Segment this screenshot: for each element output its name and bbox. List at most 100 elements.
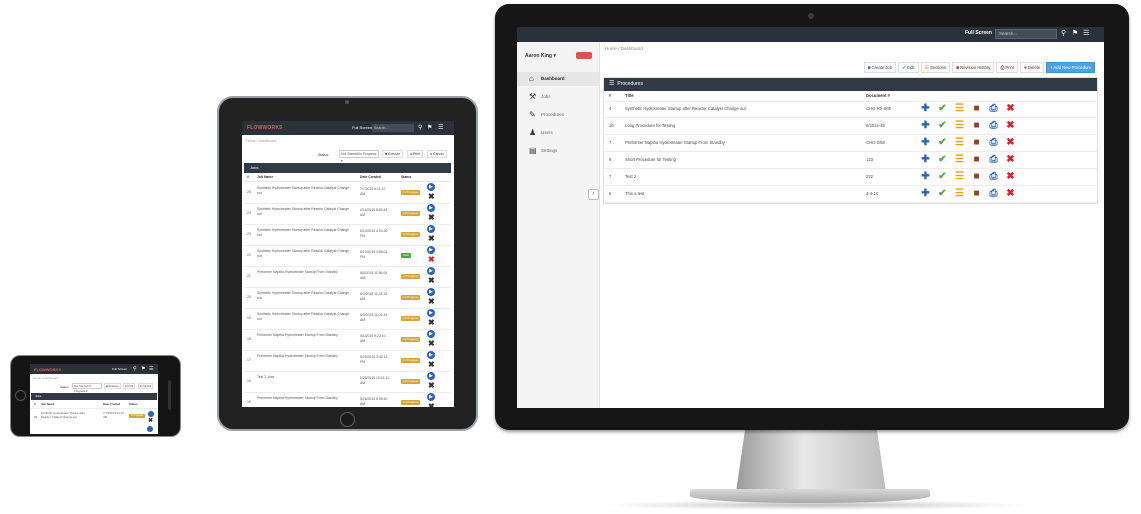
delete-icon[interactable]: ✖: [428, 276, 435, 285]
search-input[interactable]: Search...: [995, 29, 1057, 39]
user-menu[interactable]: Aaron King ▾: [525, 53, 556, 59]
execute-icon[interactable]: ▶: [427, 351, 435, 359]
execute-button[interactable]: ■ Execute: [382, 150, 404, 158]
job-name[interactable]: Synthetic Hydrotreater Startup after Rea…: [257, 312, 352, 321]
check-icon[interactable]: ✔: [937, 103, 948, 114]
job-name[interactable]: Synthetic Hydrotreater Startup after Rea…: [257, 291, 352, 300]
delete-icon[interactable]: ✖: [428, 213, 435, 222]
execute-icon[interactable]: [147, 426, 153, 432]
folder-icon[interactable]: ■: [971, 188, 982, 199]
check-icon[interactable]: ✔: [937, 120, 948, 131]
edit-button[interactable]: ✔Edit: [898, 62, 919, 73]
delete-icon[interactable]: ✖: [428, 255, 435, 264]
search-icon[interactable]: ⚲: [133, 365, 137, 373]
print-icon[interactable]: ⎙: [988, 120, 999, 131]
execute-icon[interactable]: ▶: [427, 267, 435, 275]
delete-icon[interactable]: ✖: [428, 318, 435, 327]
status-filter-select[interactable]: Not Started/In Progress ▾: [72, 383, 102, 393]
job-name[interactable]: Test 2 Jobs: [257, 375, 352, 380]
cancel-button[interactable]: ● Cancel: [427, 150, 447, 158]
print-icon[interactable]: ⎙: [988, 171, 999, 182]
table-row[interactable]: 19 Synthetic Hydrotreater Startup after R…: [244, 308, 451, 330]
delete-icon[interactable]: ✖: [1005, 171, 1016, 182]
list-icon[interactable]: ☰: [954, 137, 965, 148]
check-icon[interactable]: ✔: [937, 188, 948, 199]
execute-icon[interactable]: ▶: [427, 372, 435, 380]
folder-icon[interactable]: ■: [971, 120, 982, 131]
delete-icon[interactable]: ✖: [428, 360, 435, 369]
execute-icon[interactable]: ▶: [427, 204, 435, 212]
table-row[interactable]: 4 Synthetic Hydrotreater Startup after Re…: [604, 101, 1097, 118]
search-icon[interactable]: ⚲: [418, 123, 422, 133]
job-name[interactable]: Synthetic Hydrotreater Startup after Rea…: [257, 207, 352, 216]
column-header-title[interactable]: Title: [625, 91, 634, 101]
delete-icon[interactable]: ✖: [428, 234, 435, 243]
execute-icon[interactable]: ▶: [427, 225, 435, 233]
add-icon[interactable]: ✚: [920, 137, 931, 148]
full-screen-button[interactable]: Full Screen: [112, 367, 127, 371]
add-icon[interactable]: ✚: [920, 120, 931, 131]
print-icon[interactable]: ⎙: [988, 137, 999, 148]
delete-icon[interactable]: ✖: [428, 339, 435, 348]
procedure-title[interactable]: Short Procedure for Testing: [625, 152, 676, 168]
logout-button[interactable]: [576, 52, 592, 59]
table-row[interactable]: 25 Synthetic Hydrotreater Startup after …: [31, 408, 157, 427]
folder-icon[interactable]: ■: [971, 154, 982, 165]
revision-history-button[interactable]: ■Revision History: [952, 62, 995, 73]
cancel-button[interactable]: ● Cancel: [138, 383, 154, 389]
delete-icon[interactable]: ✖: [428, 402, 435, 407]
print-button[interactable]: ● Print: [123, 383, 136, 389]
table-row[interactable]: 7 Preformer Naptha Hydrotreater Startup F…: [604, 135, 1097, 152]
job-name[interactable]: Preformer Naptha Hydrotreater Startup Fr…: [257, 396, 352, 401]
delete-icon[interactable]: ✖: [148, 418, 153, 425]
execute-icon[interactable]: [148, 411, 154, 417]
execute-icon[interactable]: ▶: [427, 183, 435, 191]
breadcrumb[interactable]: Home / Dashboard: [246, 139, 276, 143]
folder-icon[interactable]: ■: [971, 171, 982, 182]
delete-icon[interactable]: ✖: [1005, 103, 1016, 114]
menu-icon[interactable]: ☰: [149, 365, 153, 373]
procedure-title[interactable]: Test 2: [625, 169, 636, 185]
procedure-title[interactable]: Synthetic Hydrotreater Startup after Rea…: [625, 101, 746, 117]
execute-icon[interactable]: ▶: [427, 393, 435, 401]
menu-icon[interactable]: ☰: [1083, 29, 1089, 39]
menu-icon[interactable]: ☰: [438, 123, 443, 133]
table-row[interactable]: 15 Preformer Naptha Hydrotreater Startup …: [244, 392, 451, 407]
job-name[interactable]: Preformer Naptha Hydrotreater Startup Fr…: [257, 354, 352, 359]
add-icon[interactable]: ✚: [920, 171, 931, 182]
add-icon[interactable]: ✚: [920, 103, 931, 114]
sidebar-item-settings[interactable]: ▤ Settings: [517, 144, 599, 158]
print-icon[interactable]: ⎙: [988, 154, 999, 165]
sidebar-collapse-button[interactable]: ‹: [588, 189, 599, 200]
table-row[interactable]: 10 Long Procedure for Testing 9/2012-45 ✚ ✔ ☰…: [604, 118, 1097, 135]
column-header-date[interactable]: Date Created: [360, 173, 381, 181]
column-header-job[interactable]: Job Name: [257, 173, 273, 181]
list-icon[interactable]: ☰: [954, 154, 965, 165]
print-icon[interactable]: ⎙: [988, 188, 999, 199]
list-icon[interactable]: ☰: [954, 171, 965, 182]
delete-icon[interactable]: ✖: [428, 297, 435, 306]
column-header-num[interactable]: #: [247, 173, 249, 181]
add-icon[interactable]: ✚: [920, 188, 931, 199]
flag-icon[interactable]: ⚑: [1072, 29, 1078, 39]
print-button[interactable]: ● Print: [407, 150, 423, 158]
table-row[interactable]: 17 Preformer Naptha Hydrotreater Startup …: [244, 350, 451, 372]
column-header-job[interactable]: Job Name: [41, 401, 54, 407]
breadcrumb[interactable]: Home / Dashboard: [33, 376, 58, 380]
delete-button[interactable]: ●Delete: [1020, 62, 1045, 73]
procedure-title[interactable]: Long Procedure for Testing: [625, 118, 675, 134]
delete-icon[interactable]: ✖: [1005, 188, 1016, 199]
sidebar-item-users[interactable]: ♟ Users: [517, 126, 599, 140]
table-row[interactable]: 24 Synthetic Hydrotreater Startup after R…: [244, 203, 451, 225]
add-new-procedure-button[interactable]: + Add New Procedure: [1046, 62, 1095, 73]
execute-icon[interactable]: ▶: [427, 330, 435, 338]
search-icon[interactable]: ⚲: [1061, 29, 1066, 39]
procedure-title[interactable]: This a test: [625, 186, 644, 202]
folder-icon[interactable]: ■: [971, 103, 982, 114]
column-header-date[interactable]: Date Created: [103, 401, 120, 407]
table-row[interactable]: 9 Short Procedure for Testing 123 ✚ ✔ ☰ ■ ⎙ ✖: [604, 152, 1097, 169]
check-icon[interactable]: ✔: [937, 154, 948, 165]
sidebar-item-dashboard[interactable]: ⌂ Dashboard: [517, 72, 599, 86]
job-name[interactable]: Preformer Naptha Hydrotreater Startup Fr…: [257, 333, 352, 338]
delete-icon[interactable]: ✖: [428, 381, 435, 390]
